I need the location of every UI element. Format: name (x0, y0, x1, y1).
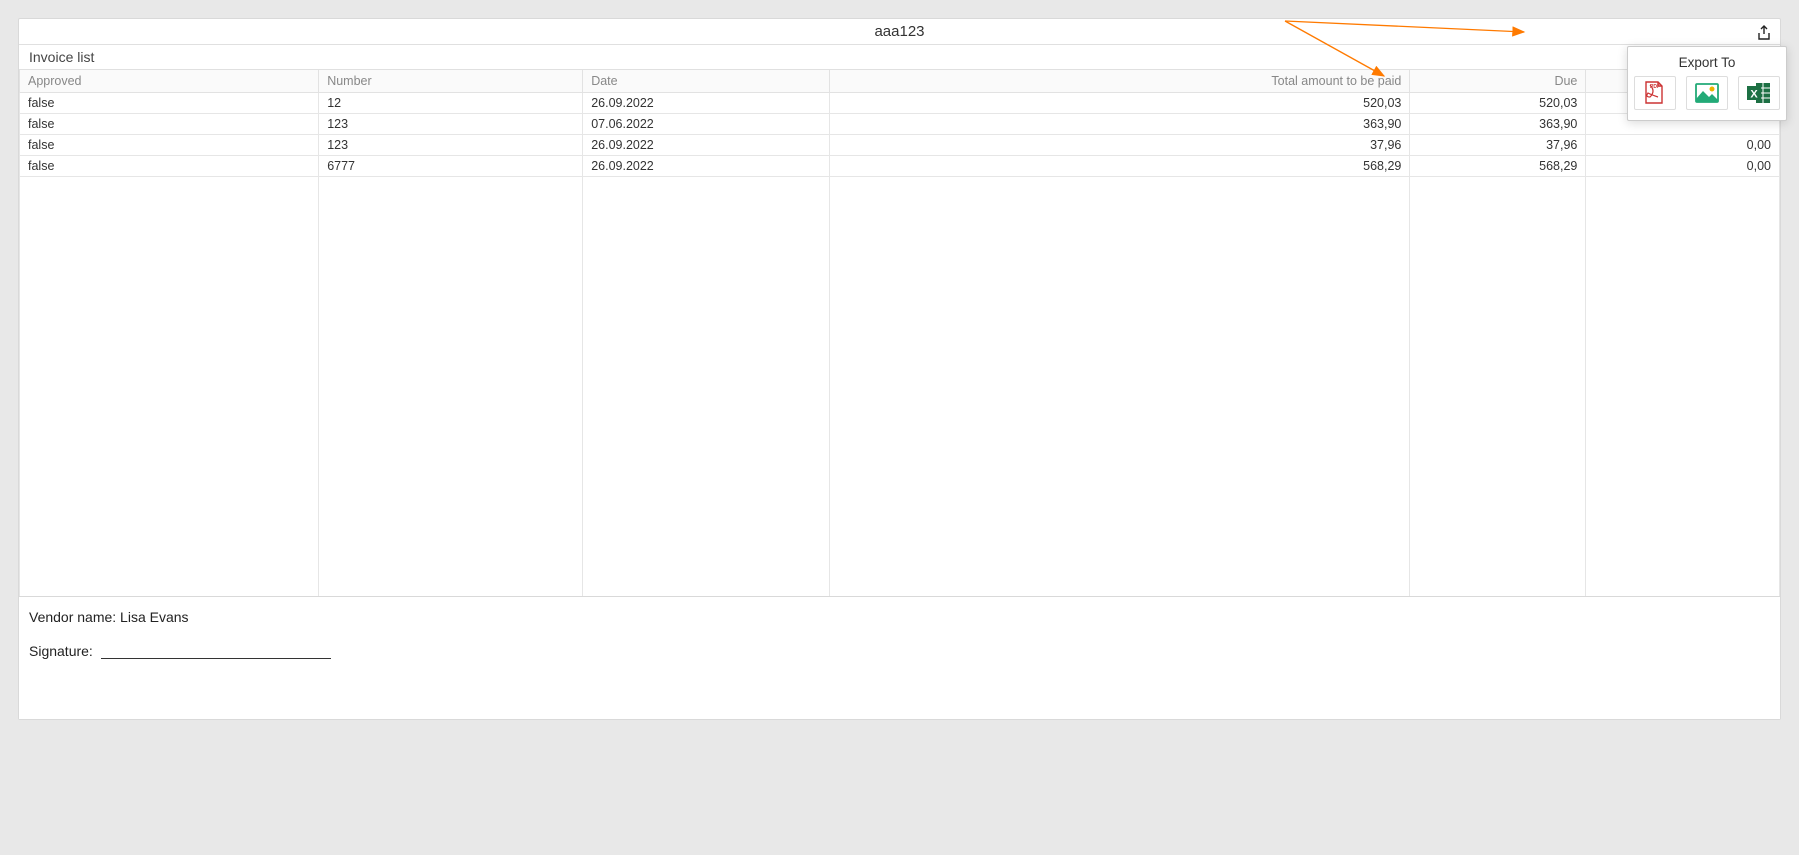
cell-number: 123 (319, 134, 583, 155)
export-popup: Export To PDF (1627, 46, 1787, 121)
cell-total: 520,03 (829, 92, 1410, 113)
section-title: Invoice list (19, 45, 1780, 70)
report-panel: aaa123 Invoice list Approved Number Date… (18, 18, 1781, 720)
cell-last: 0,00 (1586, 134, 1780, 155)
invoice-table: Approved Number Date Total amount to be … (19, 70, 1780, 596)
excel-icon: X (1744, 79, 1774, 107)
cell-approved: false (20, 134, 319, 155)
export-icon (1756, 25, 1772, 41)
cell-due: 520,03 (1410, 92, 1586, 113)
cell-number: 6777 (319, 155, 583, 176)
svg-text:X: X (1750, 89, 1758, 101)
vendor-name-line: Vendor name: Lisa Evans (29, 609, 1770, 625)
cell-approved: false (20, 92, 319, 113)
title-bar: aaa123 (19, 19, 1780, 45)
col-due[interactable]: Due (1410, 70, 1586, 92)
export-button[interactable] (1754, 23, 1774, 43)
cell-approved: false (20, 113, 319, 134)
cell-due: 363,90 (1410, 113, 1586, 134)
svg-text:PDF: PDF (1650, 84, 1660, 90)
table-header-row: Approved Number Date Total amount to be … (20, 70, 1780, 92)
cell-approved: false (20, 155, 319, 176)
report-title: aaa123 (27, 23, 1772, 40)
col-date[interactable]: Date (583, 70, 829, 92)
table-row[interactable]: false 123 07.06.2022 363,90 363,90 (20, 113, 1780, 134)
table-row[interactable]: false 123 26.09.2022 37,96 37,96 0,00 (20, 134, 1780, 155)
table-row[interactable]: false 6777 26.09.2022 568,29 568,29 0,00 (20, 155, 1780, 176)
footer-block: Vendor name: Lisa Evans Signature: (19, 596, 1780, 719)
col-total-amount[interactable]: Total amount to be paid (829, 70, 1410, 92)
export-icon-row: PDF X (1628, 76, 1786, 110)
cell-due: 37,96 (1410, 134, 1586, 155)
pdf-icon: PDF (1640, 79, 1670, 107)
signature-label: Signature: (29, 643, 93, 659)
cell-number: 123 (319, 113, 583, 134)
cell-date: 26.09.2022 (583, 92, 829, 113)
col-approved[interactable]: Approved (20, 70, 319, 92)
cell-date: 26.09.2022 (583, 155, 829, 176)
export-image-button[interactable] (1686, 76, 1728, 110)
cell-number: 12 (319, 92, 583, 113)
cell-total: 37,96 (829, 134, 1410, 155)
export-popup-title: Export To (1628, 47, 1786, 76)
export-excel-button[interactable]: X (1738, 76, 1780, 110)
cell-total: 363,90 (829, 113, 1410, 134)
image-icon (1692, 79, 1722, 107)
export-pdf-button[interactable]: PDF (1634, 76, 1676, 110)
signature-line: Signature: (29, 643, 1770, 659)
table-empty-area (20, 176, 1780, 596)
cell-date: 07.06.2022 (583, 113, 829, 134)
col-number[interactable]: Number (319, 70, 583, 92)
signature-underline (101, 658, 331, 659)
table-row[interactable]: false 12 26.09.2022 520,03 520,03 (20, 92, 1780, 113)
cell-date: 26.09.2022 (583, 134, 829, 155)
cell-total: 568,29 (829, 155, 1410, 176)
cell-last: 0,00 (1586, 155, 1780, 176)
cell-due: 568,29 (1410, 155, 1586, 176)
